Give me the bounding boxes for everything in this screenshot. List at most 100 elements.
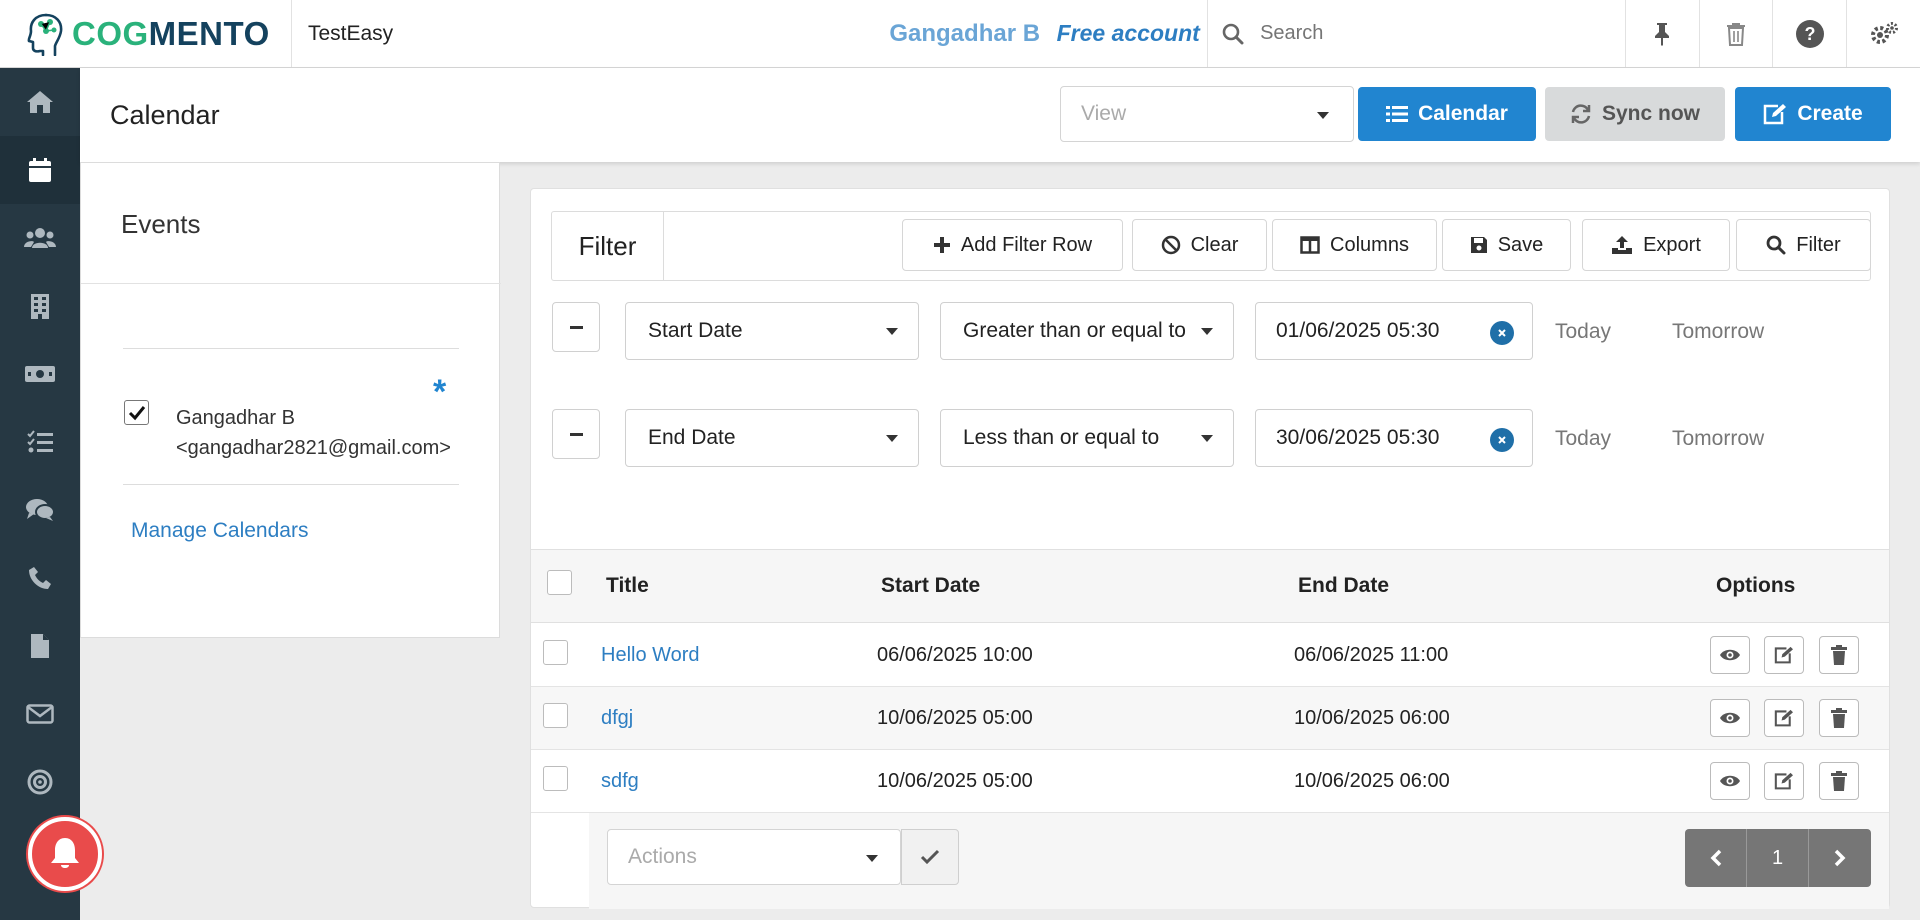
money-icon	[25, 366, 55, 382]
event-title-link[interactable]: dfgj	[601, 707, 633, 730]
view-select[interactable]: View	[1060, 86, 1354, 142]
chevron-down-icon	[1201, 328, 1213, 335]
events-title: Events	[121, 209, 201, 239]
filter-field-select[interactable]: End Date	[625, 409, 919, 467]
events-list-card: Filter Add Filter Row Clear Columns Save…	[530, 188, 1890, 909]
columns-button-label: Columns	[1330, 233, 1409, 256]
sidebar-item-email[interactable]	[0, 680, 80, 748]
filter-date-value: 01/06/2025 05:30	[1276, 319, 1440, 342]
user-name[interactable]: Gangadhar B	[889, 20, 1044, 48]
columns-icon	[1300, 236, 1320, 254]
filter-operator-select[interactable]: Less than or equal to	[940, 409, 1234, 467]
tomorrow-shortcut[interactable]: Tomorrow	[1672, 427, 1764, 451]
current-page[interactable]: 1	[1747, 829, 1809, 887]
event-end-date: 10/06/2025 06:00	[1294, 707, 1450, 729]
app-logo[interactable]: COGMENTO	[0, 0, 292, 67]
brain-head-icon	[27, 13, 63, 56]
filter-field-value: End Date	[648, 426, 736, 449]
create-button[interactable]: Create	[1735, 87, 1891, 141]
save-icon	[1470, 237, 1487, 253]
sidebar-item-contacts[interactable]	[0, 204, 80, 272]
sidebar-item-calls[interactable]	[0, 544, 80, 612]
apply-filter-button[interactable]: Filter	[1736, 219, 1871, 271]
top-bar: COGMENTO TestEasy Gangadhar B Free accou…	[0, 0, 1920, 68]
table-header: Title Start Date End Date Options	[531, 549, 1889, 623]
table-row: sdfg 10/06/2025 05:00 10/06/2025 06:00	[531, 750, 1889, 813]
export-button-label: Export	[1643, 233, 1701, 256]
event-title-link[interactable]: sdfg	[601, 770, 639, 793]
add-filter-row-button[interactable]: Add Filter Row	[902, 219, 1123, 271]
delete-event-button[interactable]	[1819, 636, 1859, 674]
previous-page-button[interactable]	[1685, 829, 1747, 887]
row-checkbox[interactable]	[543, 766, 568, 791]
today-shortcut[interactable]: Today	[1555, 427, 1611, 451]
eye-icon	[1720, 775, 1740, 787]
column-header-title[interactable]: Title	[606, 574, 649, 598]
filter-field-select[interactable]: Start Date	[625, 302, 919, 360]
calendar-checkbox[interactable]	[124, 400, 149, 425]
sidebar-item-home[interactable]	[0, 68, 80, 136]
settings-button[interactable]	[1846, 0, 1920, 67]
filter-date-input[interactable]: 01/06/2025 05:30	[1255, 302, 1533, 360]
bulk-actions-select[interactable]: Actions	[607, 829, 901, 885]
manage-calendars-link[interactable]: Manage Calendars	[131, 519, 308, 543]
edit-event-button[interactable]	[1764, 636, 1804, 674]
edit-icon	[1774, 709, 1793, 727]
clear-date-button[interactable]	[1490, 428, 1514, 452]
delete-event-button[interactable]	[1819, 699, 1859, 737]
next-page-button[interactable]	[1809, 829, 1871, 887]
sidebar-item-campaigns[interactable]	[0, 748, 80, 816]
sidebar-item-tasks[interactable]	[0, 408, 80, 476]
filter-date-value: 30/06/2025 05:30	[1276, 426, 1440, 449]
apply-action-button[interactable]	[901, 829, 959, 885]
row-checkbox[interactable]	[543, 640, 568, 665]
sidebar-item-companies[interactable]	[0, 272, 80, 340]
select-all-checkbox[interactable]	[547, 570, 572, 595]
tasks-icon	[27, 430, 53, 453]
tomorrow-shortcut[interactable]: Tomorrow	[1672, 320, 1764, 344]
edit-event-button[interactable]	[1764, 699, 1804, 737]
filter-operator-value: Less than or equal to	[963, 426, 1160, 449]
ban-icon	[1161, 235, 1180, 255]
help-button[interactable]: ?	[1772, 0, 1846, 67]
pin-button[interactable]	[1624, 0, 1699, 67]
sync-now-button[interactable]: Sync now	[1545, 87, 1725, 141]
save-filter-button[interactable]: Save	[1442, 219, 1571, 271]
remove-filter-row-button[interactable]	[552, 409, 600, 459]
today-shortcut[interactable]: Today	[1555, 320, 1611, 344]
search-input[interactable]	[1260, 22, 1561, 45]
filter-date-input[interactable]: 30/06/2025 05:30	[1255, 409, 1533, 467]
clear-date-button[interactable]	[1490, 321, 1514, 345]
calendar-view-button[interactable]: Calendar	[1358, 87, 1536, 141]
sidebar-item-cases[interactable]	[0, 476, 80, 544]
event-title-link[interactable]: Hello Word	[601, 644, 700, 667]
trash-icon	[1831, 771, 1847, 791]
row-checkbox[interactable]	[543, 703, 568, 728]
remove-filter-row-button[interactable]	[552, 302, 600, 352]
chevron-left-icon	[1710, 849, 1721, 867]
search-icon	[1766, 235, 1786, 255]
columns-button[interactable]: Columns	[1272, 219, 1437, 271]
trash-button[interactable]	[1698, 0, 1773, 67]
sidebar-item-deals[interactable]	[0, 340, 80, 408]
chevron-down-icon	[1317, 112, 1329, 119]
clear-filter-label: Clear	[1190, 233, 1239, 256]
delete-event-button[interactable]	[1819, 762, 1859, 800]
view-event-button[interactable]	[1710, 636, 1750, 674]
column-header-end-date[interactable]: End Date	[1298, 574, 1389, 598]
clear-filter-button[interactable]: Clear	[1132, 219, 1267, 271]
account-plan[interactable]: Free account	[1057, 20, 1207, 47]
page-header: Calendar View Calendar Sync now Create	[80, 68, 1920, 162]
sidebar-item-documents[interactable]	[0, 612, 80, 680]
view-event-button[interactable]	[1710, 699, 1750, 737]
chevron-down-icon	[1201, 435, 1213, 442]
column-header-start-date[interactable]: Start Date	[881, 574, 980, 598]
filter-operator-select[interactable]: Greater than or equal to	[940, 302, 1234, 360]
home-icon	[27, 91, 53, 113]
edit-icon	[1764, 104, 1787, 125]
notification-button[interactable]	[28, 817, 102, 891]
export-button[interactable]: Export	[1582, 219, 1730, 271]
view-event-button[interactable]	[1710, 762, 1750, 800]
sidebar-item-calendar[interactable]	[0, 136, 80, 204]
edit-event-button[interactable]	[1764, 762, 1804, 800]
